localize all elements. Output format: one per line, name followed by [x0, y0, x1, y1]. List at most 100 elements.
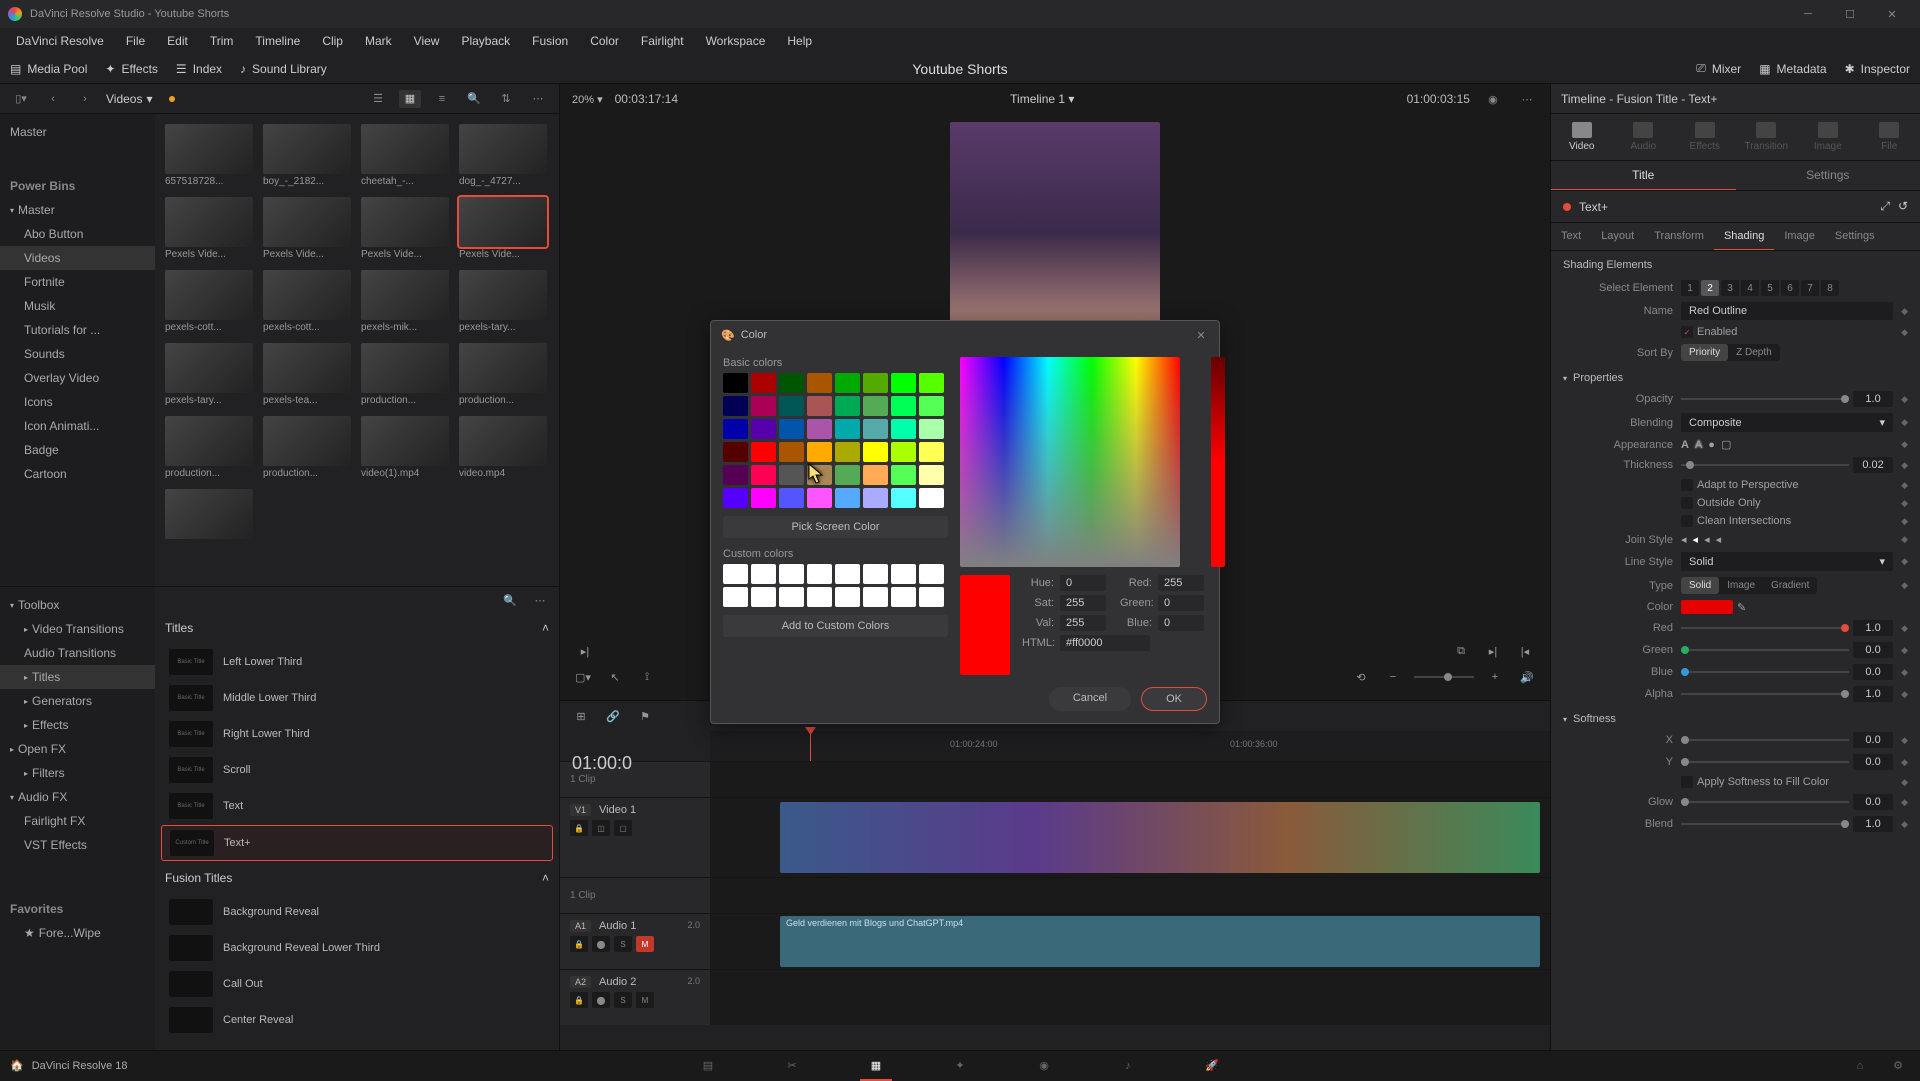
- adapt-checkbox[interactable]: [1681, 479, 1693, 491]
- menu-help[interactable]: Help: [777, 30, 822, 52]
- bin-dropdown[interactable]: Videos ▾: [106, 92, 175, 106]
- bin-item[interactable]: Icon Animati...: [0, 414, 155, 438]
- thumb-view-button[interactable]: ▦: [399, 90, 421, 108]
- dialog-close-button[interactable]: ✕: [1193, 327, 1209, 343]
- cancel-button[interactable]: Cancel: [1049, 687, 1131, 711]
- index-toggle[interactable]: ☰Index: [176, 62, 222, 76]
- soft-y-slider[interactable]: [1681, 761, 1849, 763]
- title-preset[interactable]: Basic TitleLeft Lower Third: [161, 645, 553, 679]
- inner-tab-settings[interactable]: Settings: [1825, 223, 1885, 250]
- fusion-title-preset[interactable]: Background Reveal Lower Third: [161, 931, 553, 965]
- bin-item[interactable]: Fortnite: [0, 270, 155, 294]
- fusion-title-preset[interactable]: Background Reveal: [161, 895, 553, 929]
- fairlight-page-tab[interactable]: ♪: [1116, 1057, 1140, 1075]
- color-swatch[interactable]: [723, 419, 748, 439]
- color-swatch[interactable]: [891, 488, 916, 508]
- add-custom-color-button[interactable]: Add to Custom Colors: [723, 615, 948, 637]
- a1-record-button[interactable]: ⬤: [592, 936, 610, 952]
- media-clip[interactable]: Pexels Vide...: [361, 197, 449, 260]
- openfx-item[interactable]: ▸Open FX: [0, 737, 155, 761]
- subtab-title[interactable]: Title: [1551, 161, 1736, 190]
- v1-disable-button[interactable]: ▢: [614, 820, 632, 836]
- color-swatch[interactable]: [723, 465, 748, 485]
- mixer-toggle[interactable]: ⎚Mixer: [1696, 61, 1741, 76]
- media-clip[interactable]: production...: [263, 416, 351, 479]
- loop-button[interactable]: ⟲: [1350, 666, 1372, 688]
- bin-item[interactable]: Sounds: [0, 342, 155, 366]
- title-preset[interactable]: Basic TitleScroll: [161, 753, 553, 787]
- menu-fusion[interactable]: Fusion: [522, 30, 578, 52]
- bin-item[interactable]: Icons: [0, 390, 155, 414]
- blue-slider[interactable]: [1681, 671, 1849, 673]
- element-selector[interactable]: 12345678: [1681, 280, 1839, 296]
- bin-item[interactable]: Abo Button: [0, 222, 155, 246]
- media-clip[interactable]: video(1).mp4: [361, 416, 449, 479]
- viewer-options-button[interactable]: ⋯: [1516, 90, 1538, 108]
- inspector-toggle[interactable]: ✱Inspector: [1845, 62, 1910, 76]
- color-swatch[interactable]: [891, 419, 916, 439]
- inner-tab-transform[interactable]: Transform: [1644, 223, 1714, 250]
- bypass-button[interactable]: ◉: [1482, 90, 1504, 108]
- zoom-out-button[interactable]: −: [1382, 666, 1404, 688]
- media-page-tab[interactable]: ▤: [696, 1057, 720, 1075]
- html-input[interactable]: #ff0000: [1060, 635, 1150, 651]
- project-manager-icon[interactable]: ⌂: [1848, 1057, 1872, 1075]
- bin-view-icon[interactable]: ▯▾: [10, 90, 32, 108]
- a1-lock-button[interactable]: 🔒: [570, 936, 588, 952]
- media-clip[interactable]: pexels-cott...: [263, 270, 351, 333]
- glow-slider[interactable]: [1681, 801, 1849, 803]
- menu-davinci-resolve[interactable]: DaVinci Resolve: [6, 30, 114, 52]
- media-clip[interactable]: pexels-tea...: [263, 343, 351, 406]
- v1-track[interactable]: [710, 798, 1550, 877]
- val-input[interactable]: 255: [1060, 615, 1106, 631]
- media-clip[interactable]: dog_-_4727...: [459, 124, 547, 187]
- blending-dropdown[interactable]: Composite▾: [1681, 413, 1893, 432]
- softness-section[interactable]: ▾Softness: [1563, 705, 1908, 729]
- color-swatch[interactable]: [891, 373, 916, 393]
- timeline-name-dropdown[interactable]: Timeline 1 ▾: [1010, 92, 1074, 106]
- color-swatch[interactable]: [751, 465, 776, 485]
- pick-screen-color-button[interactable]: Pick Screen Color: [723, 516, 948, 538]
- go-next-button[interactable]: ▸|: [1482, 640, 1504, 662]
- color-swatch[interactable]: [919, 442, 944, 462]
- media-clip[interactable]: Pexels Vide...: [263, 197, 351, 260]
- window-close-button[interactable]: ✕: [1872, 2, 1912, 26]
- bin-item[interactable]: Cartoon: [0, 462, 155, 486]
- v1-lock-button[interactable]: 🔒: [570, 820, 588, 836]
- color-swatch[interactable]: [807, 396, 832, 416]
- menu-clip[interactable]: Clip: [312, 30, 353, 52]
- color-swatch[interactable]: [919, 396, 944, 416]
- timeline-ruler[interactable]: 01:00:24:00 01:00:36:00: [710, 731, 1550, 761]
- sat-input[interactable]: 255: [1060, 595, 1106, 611]
- blend-slider[interactable]: [1681, 823, 1849, 825]
- nav-fwd-icon[interactable]: ›: [74, 90, 96, 108]
- a1-track[interactable]: Geld verdienen mit Blogs und ChatGPT.mp4: [710, 914, 1550, 969]
- title-preset[interactable]: Basic TitleText: [161, 789, 553, 823]
- color-swatch[interactable]: [835, 465, 860, 485]
- color-swatch[interactable]: [863, 396, 888, 416]
- subtab-settings[interactable]: Settings: [1736, 161, 1920, 190]
- color-swatch[interactable]: [723, 373, 748, 393]
- volume-button[interactable]: 🔊: [1516, 666, 1538, 688]
- element-name-input[interactable]: Red Outline: [1681, 302, 1893, 320]
- color-swatch[interactable]: [863, 419, 888, 439]
- color-gradient-picker[interactable]: [960, 357, 1180, 567]
- color-swatch[interactable]: [835, 442, 860, 462]
- color-swatch[interactable]: [751, 373, 776, 393]
- sortby-segment[interactable]: PriorityZ Depth: [1681, 344, 1780, 361]
- properties-section[interactable]: ▾Properties: [1563, 364, 1908, 388]
- v1-auto-button[interactable]: ◫: [592, 820, 610, 836]
- media-clip[interactable]: [165, 489, 253, 541]
- media-clip[interactable]: Pexels Vide...: [459, 197, 547, 260]
- tl-marker-icon[interactable]: ⚑: [634, 705, 656, 727]
- type-segment[interactable]: SolidImageGradient: [1681, 577, 1817, 594]
- joinstyle-buttons[interactable]: ◂◂◂◂: [1681, 533, 1893, 546]
- titles-search-button[interactable]: 🔍: [499, 591, 521, 609]
- color-swatch[interactable]: [919, 488, 944, 508]
- custom-swatch[interactable]: [723, 564, 748, 584]
- menu-color[interactable]: Color: [580, 30, 629, 52]
- enabled-checkbox[interactable]: ✓: [1681, 326, 1693, 338]
- media-clip[interactable]: pexels-tary...: [165, 343, 253, 406]
- a2-mute-button[interactable]: M: [636, 992, 654, 1008]
- edit-page-tab[interactable]: ▦: [864, 1057, 888, 1075]
